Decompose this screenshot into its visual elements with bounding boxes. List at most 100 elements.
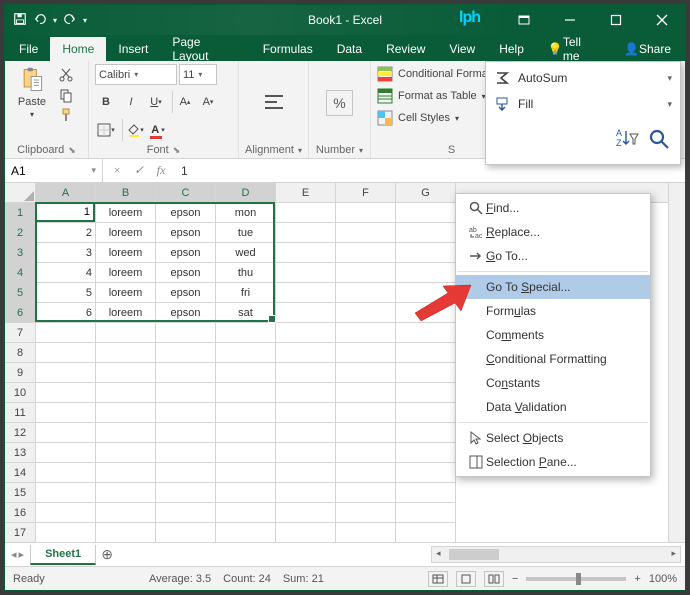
cell[interactable]: [216, 363, 276, 383]
row-header[interactable]: 13: [5, 443, 35, 463]
cell[interactable]: [276, 303, 336, 323]
cell[interactable]: [96, 323, 156, 343]
cell[interactable]: [156, 363, 216, 383]
column-header[interactable]: B: [96, 183, 156, 202]
cut-button[interactable]: [56, 66, 76, 84]
row-header[interactable]: 6: [5, 303, 35, 323]
cell[interactable]: [276, 503, 336, 523]
cell[interactable]: [36, 523, 96, 542]
cell[interactable]: [336, 343, 396, 363]
undo-icon[interactable]: [33, 12, 47, 29]
cell[interactable]: tue: [216, 223, 276, 243]
cell[interactable]: [336, 443, 396, 463]
tab-home[interactable]: Home: [50, 37, 106, 61]
minimize-button[interactable]: [547, 5, 593, 35]
cell[interactable]: [156, 383, 216, 403]
paste-button[interactable]: Paste ▾: [11, 64, 53, 119]
view-pagelayout-button[interactable]: [456, 571, 476, 587]
zoom-out-button[interactable]: −: [512, 573, 518, 585]
cell[interactable]: [276, 243, 336, 263]
cell[interactable]: [276, 523, 336, 542]
cell[interactable]: [336, 243, 396, 263]
cell[interactable]: [276, 423, 336, 443]
fx-button[interactable]: fx: [151, 163, 171, 178]
cell[interactable]: epson: [156, 243, 216, 263]
cell[interactable]: loreem: [96, 203, 156, 223]
sheet-tab-active[interactable]: Sheet1: [30, 545, 96, 565]
cell[interactable]: [216, 523, 276, 542]
cell[interactable]: [396, 263, 456, 283]
row-header[interactable]: 12: [5, 423, 35, 443]
cell[interactable]: [276, 403, 336, 423]
cell[interactable]: [96, 363, 156, 383]
cell[interactable]: 6: [36, 303, 96, 323]
cell[interactable]: [396, 523, 456, 542]
cell[interactable]: loreem: [96, 243, 156, 263]
cell[interactable]: [276, 223, 336, 243]
enter-formula-button[interactable]: ✓: [129, 163, 149, 178]
cell[interactable]: [396, 323, 456, 343]
cell[interactable]: [36, 463, 96, 483]
menu-condfmt[interactable]: Conditional Formatting: [456, 347, 650, 371]
cell[interactable]: [96, 523, 156, 542]
row-header[interactable]: 11: [5, 403, 35, 423]
cell[interactable]: [216, 463, 276, 483]
column-header[interactable]: F: [336, 183, 396, 202]
cancel-formula-button[interactable]: ×: [107, 163, 127, 178]
cell[interactable]: [156, 323, 216, 343]
menu-selectionpane[interactable]: Selection Pane...: [456, 450, 650, 474]
cell[interactable]: [276, 383, 336, 403]
sheet-nav[interactable]: ◂▸: [5, 548, 30, 561]
cell[interactable]: [96, 383, 156, 403]
alignment-icon[interactable]: [259, 88, 289, 118]
cell[interactable]: [276, 483, 336, 503]
row-header[interactable]: 15: [5, 483, 35, 503]
redo-icon[interactable]: [63, 12, 77, 29]
cell[interactable]: [396, 503, 456, 523]
cell[interactable]: sat: [216, 303, 276, 323]
row-header[interactable]: 17: [5, 523, 35, 542]
cell[interactable]: [96, 503, 156, 523]
fill-button[interactable]: Fill▾: [486, 91, 680, 117]
tab-data[interactable]: Data: [325, 37, 374, 61]
decrease-font-button[interactable]: A▾: [197, 91, 219, 113]
cell[interactable]: [96, 443, 156, 463]
cell[interactable]: [396, 243, 456, 263]
cell[interactable]: [276, 283, 336, 303]
view-normal-button[interactable]: [428, 571, 448, 587]
cell[interactable]: [276, 443, 336, 463]
italic-button[interactable]: I: [120, 91, 142, 113]
cell[interactable]: epson: [156, 263, 216, 283]
cell[interactable]: [156, 503, 216, 523]
cell[interactable]: [96, 343, 156, 363]
cell[interactable]: [36, 383, 96, 403]
cell[interactable]: [336, 363, 396, 383]
row-header[interactable]: 10: [5, 383, 35, 403]
view-pagebreak-button[interactable]: [484, 571, 504, 587]
sort-filter-button[interactable]: AZ: [614, 126, 640, 152]
increase-font-button[interactable]: A▴: [172, 91, 194, 113]
cell[interactable]: 4: [36, 263, 96, 283]
menu-comments[interactable]: Comments: [456, 323, 650, 347]
close-button[interactable]: [639, 5, 685, 35]
font-color-button[interactable]: A▾: [147, 119, 169, 141]
cell[interactable]: 3: [36, 243, 96, 263]
cell[interactable]: 2: [36, 223, 96, 243]
cell[interactable]: [96, 403, 156, 423]
cell[interactable]: [156, 403, 216, 423]
cell[interactable]: [216, 483, 276, 503]
find-select-button[interactable]: [646, 126, 672, 152]
cell[interactable]: [96, 463, 156, 483]
cell[interactable]: [276, 463, 336, 483]
cell[interactable]: [336, 383, 396, 403]
cell[interactable]: [216, 503, 276, 523]
cell[interactable]: [156, 443, 216, 463]
bold-button[interactable]: B: [95, 91, 117, 113]
cell[interactable]: [276, 323, 336, 343]
save-icon[interactable]: [13, 12, 27, 29]
zoom-slider[interactable]: [526, 577, 626, 581]
new-sheet-button[interactable]: ⊕: [96, 546, 118, 563]
cell[interactable]: [36, 503, 96, 523]
cell[interactable]: [396, 383, 456, 403]
cell[interactable]: [276, 203, 336, 223]
